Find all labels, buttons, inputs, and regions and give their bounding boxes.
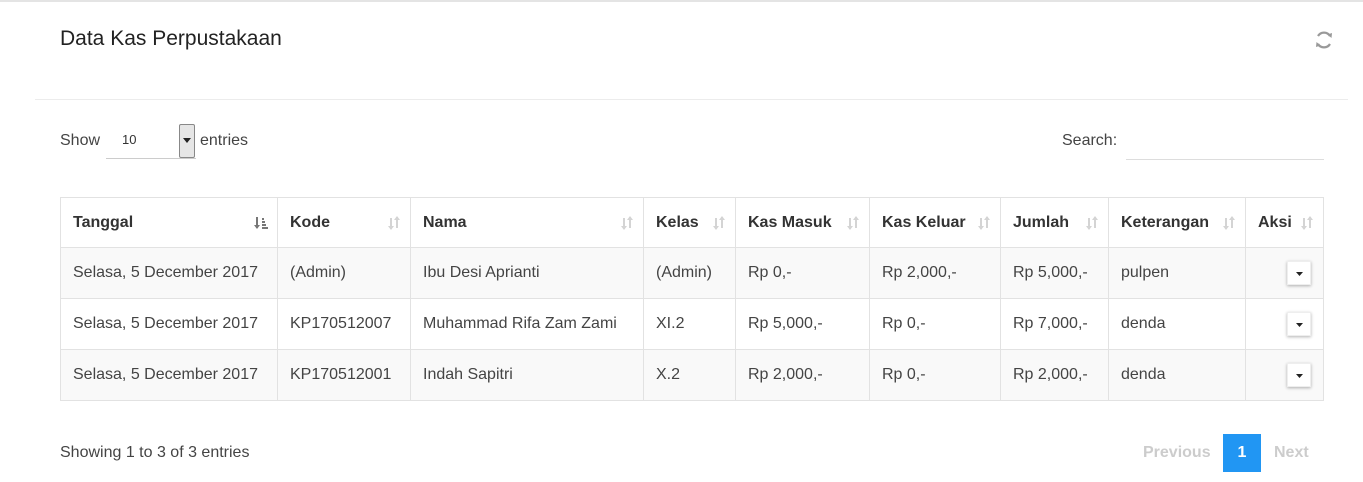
cell-nama: Muhammad Rifa Zam Zami (410, 298, 644, 350)
column-header-kode[interactable]: Kode (277, 197, 411, 248)
entries-select-value: 10 (122, 132, 137, 147)
cell-kode: KP170512001 (277, 349, 411, 401)
column-header-aksi[interactable]: Aksi (1245, 197, 1324, 248)
column-header-kas-keluar[interactable]: Kas Keluar (869, 197, 1001, 248)
entries-select[interactable]: 10 (106, 124, 196, 159)
search-input[interactable] (1126, 124, 1324, 160)
cell-kas-keluar: Rp 0,- (869, 298, 1001, 350)
column-label: Keterangan (1121, 213, 1210, 231)
sort-icon (1301, 216, 1313, 230)
header-divider (35, 99, 1348, 100)
cell-nama: Indah Sapitri (410, 349, 644, 401)
cell-aksi (1245, 349, 1324, 401)
cell-aksi (1245, 298, 1324, 350)
refresh-icon[interactable] (1312, 28, 1336, 52)
pagination-page-1[interactable]: 1 (1223, 434, 1261, 472)
column-label: Kelas (656, 213, 699, 231)
cell-jumlah: Rp 7,000,- (1000, 298, 1109, 350)
cell-kas-keluar: Rp 2,000,- (869, 247, 1001, 299)
cell-kas-masuk: Rp 2,000,- (735, 349, 870, 401)
column-header-keterangan[interactable]: Keterangan (1108, 197, 1246, 248)
column-header-kelas[interactable]: Kelas (643, 197, 736, 248)
pagination-previous[interactable]: Previous (1143, 444, 1211, 462)
cell-tanggal: Selasa, 5 December 2017 (60, 247, 278, 299)
column-label: Kas Keluar (882, 213, 966, 231)
sort-descending-icon (254, 217, 268, 229)
sort-icon (1086, 216, 1098, 230)
entries-label: entries (200, 132, 249, 149)
pagination-next[interactable]: Next (1274, 444, 1309, 462)
cell-kas-masuk: Rp 5,000,- (735, 298, 870, 350)
page-title: Data Kas Perpustakaan (60, 27, 282, 50)
table-info: Showing 1 to 3 of 3 entries (60, 444, 250, 461)
cell-nama: Ibu Desi Aprianti (410, 247, 644, 299)
sort-icon (713, 216, 725, 230)
cell-kelas: (Admin) (643, 247, 736, 299)
cell-kelas: X.2 (643, 349, 736, 401)
column-label: Tanggal (73, 213, 134, 231)
column-label: Jumlah (1013, 213, 1070, 231)
cell-kode: KP170512007 (277, 298, 411, 350)
action-dropdown-button[interactable] (1287, 261, 1311, 285)
column-label: Kode (290, 213, 330, 231)
table-row: Selasa, 5 December 2017 KP170512001 Inda… (60, 349, 1324, 401)
cell-kode: (Admin) (277, 247, 411, 299)
column-label: Aksi (1258, 213, 1292, 231)
cell-tanggal: Selasa, 5 December 2017 (60, 298, 278, 350)
chevron-down-icon[interactable] (179, 124, 195, 158)
column-header-jumlah[interactable]: Jumlah (1000, 197, 1109, 248)
caret-down-icon (1296, 323, 1303, 327)
cell-kas-masuk: Rp 0,- (735, 247, 870, 299)
action-dropdown-button[interactable] (1287, 312, 1311, 336)
cell-jumlah: Rp 5,000,- (1000, 247, 1109, 299)
search-label: Search: (1062, 132, 1118, 149)
column-header-tanggal[interactable]: Tanggal (60, 197, 278, 248)
sort-icon (847, 216, 859, 230)
column-header-kas-masuk[interactable]: Kas Masuk (735, 197, 870, 248)
sort-icon (978, 216, 990, 230)
cell-aksi (1245, 247, 1324, 299)
data-card: Data Kas Perpustakaan Show 10 entries Se… (0, 0, 1363, 482)
cell-kelas: XI.2 (643, 298, 736, 350)
cell-keterangan: denda (1108, 298, 1246, 350)
cell-keterangan: denda (1108, 349, 1246, 401)
cell-kas-keluar: Rp 0,- (869, 349, 1001, 401)
sort-icon (621, 216, 633, 230)
table-row: Selasa, 5 December 2017 (Admin) Ibu Desi… (60, 247, 1324, 299)
sort-icon (1223, 216, 1235, 230)
cell-jumlah: Rp 2,000,- (1000, 349, 1109, 401)
caret-down-icon (1296, 272, 1303, 276)
action-dropdown-button[interactable] (1287, 363, 1311, 387)
kas-table: Tanggal Kode Nama Kelas Kas Masuk Kas Ke… (60, 197, 1324, 401)
column-label: Kas Masuk (748, 213, 832, 231)
caret-down-icon (1296, 374, 1303, 378)
table-header-row: Tanggal Kode Nama Kelas Kas Masuk Kas Ke… (60, 197, 1324, 248)
column-label: Nama (423, 213, 467, 231)
column-header-nama[interactable]: Nama (410, 197, 644, 248)
cell-keterangan: pulpen (1108, 247, 1246, 299)
cell-tanggal: Selasa, 5 December 2017 (60, 349, 278, 401)
table-row: Selasa, 5 December 2017 KP170512007 Muha… (60, 298, 1324, 350)
show-label: Show (60, 132, 101, 149)
sort-icon (388, 216, 400, 230)
